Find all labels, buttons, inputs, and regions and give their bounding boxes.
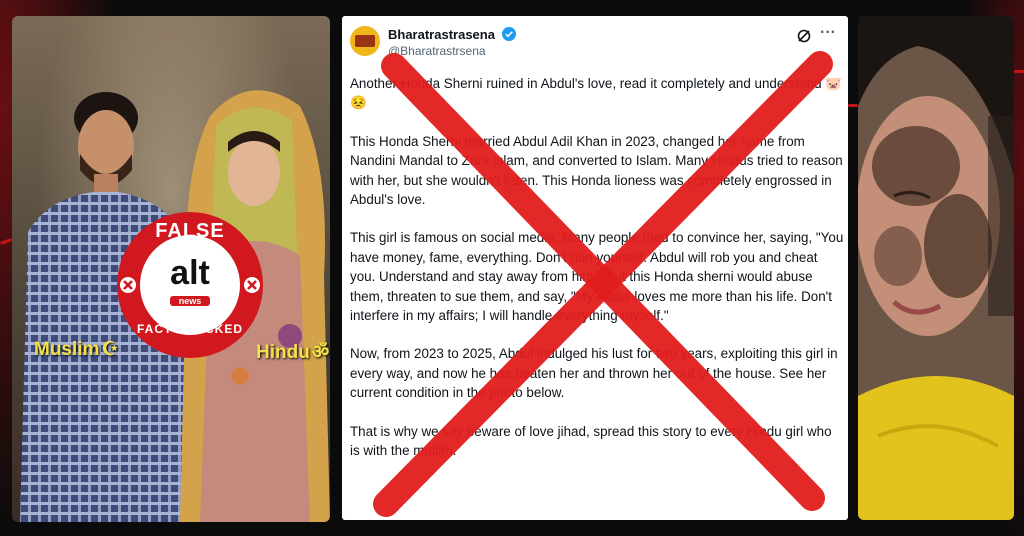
tweet-card: Bharatrastrasena @Bharatrastrsena ··· An… [342,16,848,520]
avatar-image [355,35,375,47]
injured-woman-photo [858,16,1014,520]
tweet-paragraph: Another Honda Sherni ruined in Abdul's l… [350,76,842,111]
right-image-panel [858,16,1014,520]
user-handle[interactable]: @Bharatrastrsena [388,44,486,58]
caption-muslim: Muslim ☪ [34,339,119,360]
tweet-paragraph: This girl is famous on social media. Man… [350,230,844,324]
decorative-streak [848,104,858,107]
altnews-logo-text: alt [170,254,210,292]
display-name[interactable]: Bharatrastrasena [388,27,516,42]
altnews-logo-sub: news [170,296,210,306]
tweet-paragraph: Now, from 2023 to 2025, Abdul indulged h… [350,346,838,401]
grok-icon[interactable] [796,28,812,44]
left-image-panel: Muslim ☪ Hindu ॐ FALSE alt news FACT-CHECK… [12,16,330,522]
verified-icon [501,27,516,41]
fact-checked-label: FACT-CHECKED [136,322,243,336]
tweet-text: Another Honda Sherni ruined in Abdul's l… [350,74,844,480]
more-icon[interactable]: ··· [820,24,836,42]
tweet-paragraph: This Honda Sherni married Abdul Adil Kha… [350,133,843,208]
false-label: FALSE [155,220,225,242]
tweet-paragraph: That is why we say beware of love jihad,… [350,423,832,459]
avatar[interactable] [350,26,380,56]
caption-hindu: Hindu ॐ [256,342,330,363]
decorative-streak [1014,70,1024,73]
altnews-false-badge: FALSE alt news FACT-CHECKED [115,210,265,360]
